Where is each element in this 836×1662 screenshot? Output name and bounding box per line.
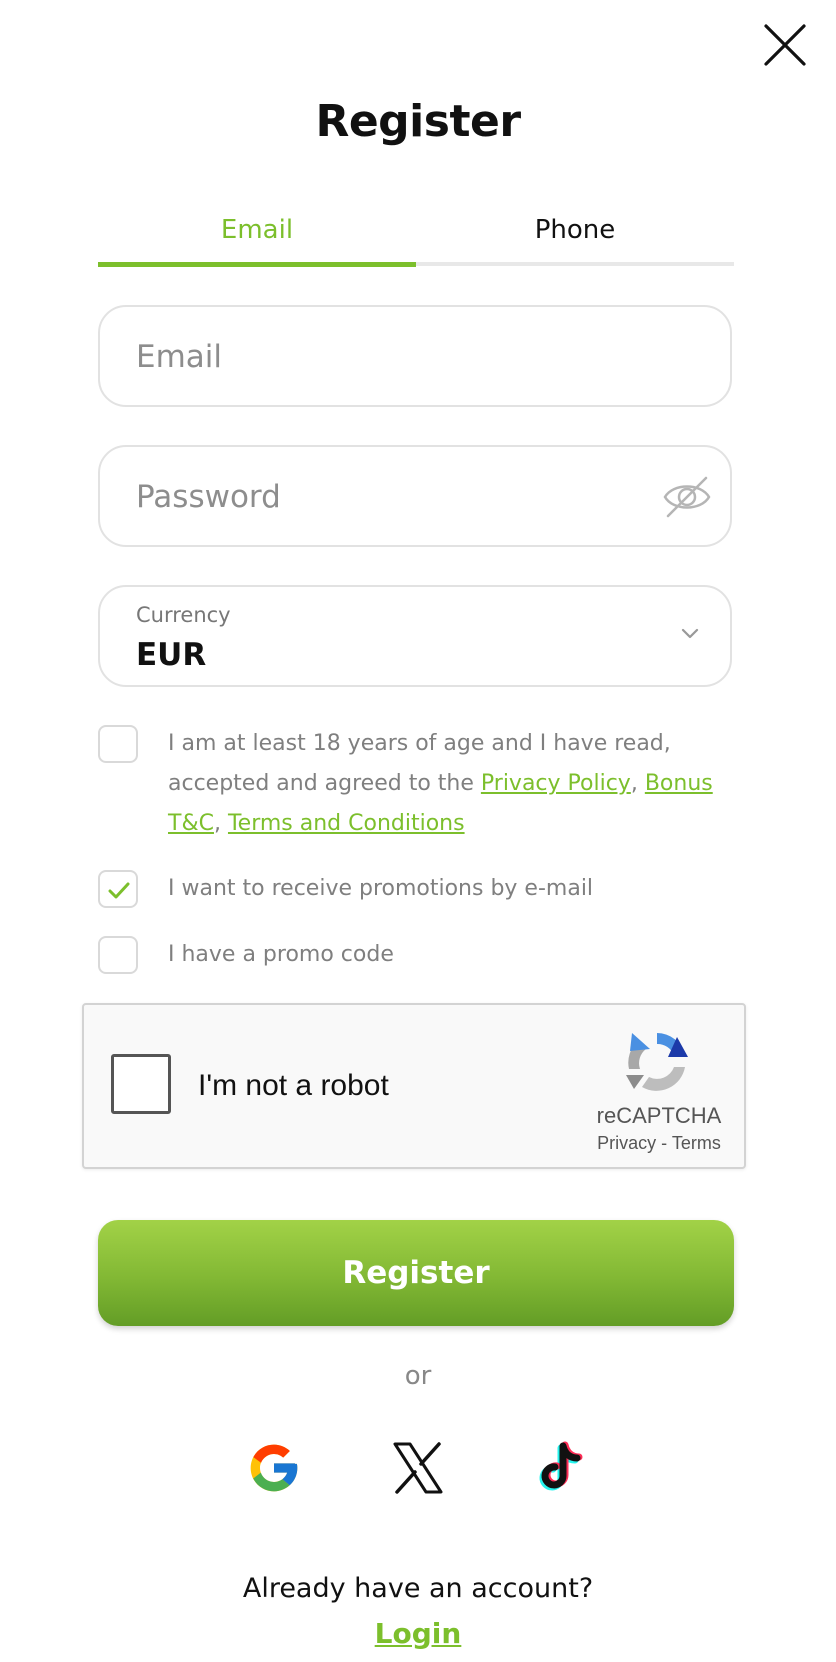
chevron-down-icon [681, 628, 699, 639]
tab-phone[interactable]: Phone [416, 205, 734, 261]
recaptcha-widget: I'm not a robot reCAPTCHA Privacy - Term… [82, 1003, 746, 1169]
email-input[interactable] [134, 307, 678, 407]
promotions-label: I want to receive promotions by e-mail [168, 876, 594, 901]
privacy-policy-link[interactable]: Privacy Policy [481, 771, 631, 796]
recaptcha-terms-link[interactable]: Terms [672, 1133, 721, 1153]
currency-value: EUR [136, 637, 207, 673]
checkmark-icon [108, 882, 130, 899]
tab-email[interactable]: Email [98, 205, 416, 261]
tab-active-indicator [98, 262, 416, 267]
google-icon [250, 1444, 298, 1492]
register-button[interactable]: Register [98, 1220, 734, 1326]
recaptcha-checkbox[interactable] [111, 1054, 171, 1114]
password-input[interactable] [134, 447, 678, 547]
age-consent-text: I am at least 18 years of age and I have… [168, 731, 713, 836]
page-title: Register [315, 96, 521, 147]
already-have-account-text: Already have an account? [242, 1573, 594, 1604]
age-consent-checkbox[interactable] [98, 725, 138, 763]
promo-code-checkbox[interactable] [98, 936, 138, 974]
terms-and-conditions-link[interactable]: Terms and Conditions [228, 811, 465, 836]
close-icon [764, 24, 806, 66]
tiktok-icon [539, 1441, 583, 1491]
recaptcha-privacy-link[interactable]: Privacy [597, 1133, 656, 1153]
password-field-container [98, 445, 732, 547]
or-divider: or [404, 1361, 432, 1391]
recaptcha-brand: reCAPTCHA [596, 1103, 722, 1128]
recaptcha-link-separator: - [661, 1133, 668, 1153]
recaptcha-links: Privacy - Terms [554, 1133, 764, 1154]
recaptcha-label: I'm not a robot [198, 1069, 389, 1102]
recaptcha-logo-icon [626, 1033, 688, 1091]
currency-label: Currency [136, 603, 231, 627]
eye-off-icon[interactable] [662, 474, 712, 520]
x-icon [393, 1442, 443, 1494]
google-login-button[interactable] [246, 1440, 302, 1496]
promo-code-label: I have a promo code [168, 942, 394, 967]
tiktok-login-button[interactable] [533, 1440, 589, 1496]
currency-select[interactable]: Currency EUR [98, 585, 732, 687]
x-login-button[interactable] [390, 1440, 446, 1496]
login-link-container: Login [0, 1617, 836, 1650]
login-link[interactable]: Login [375, 1617, 462, 1650]
tab-bar: Email Phone [98, 205, 734, 267]
close-button[interactable] [762, 22, 808, 68]
email-field-container [98, 305, 732, 407]
promotions-checkbox[interactable] [98, 870, 138, 908]
